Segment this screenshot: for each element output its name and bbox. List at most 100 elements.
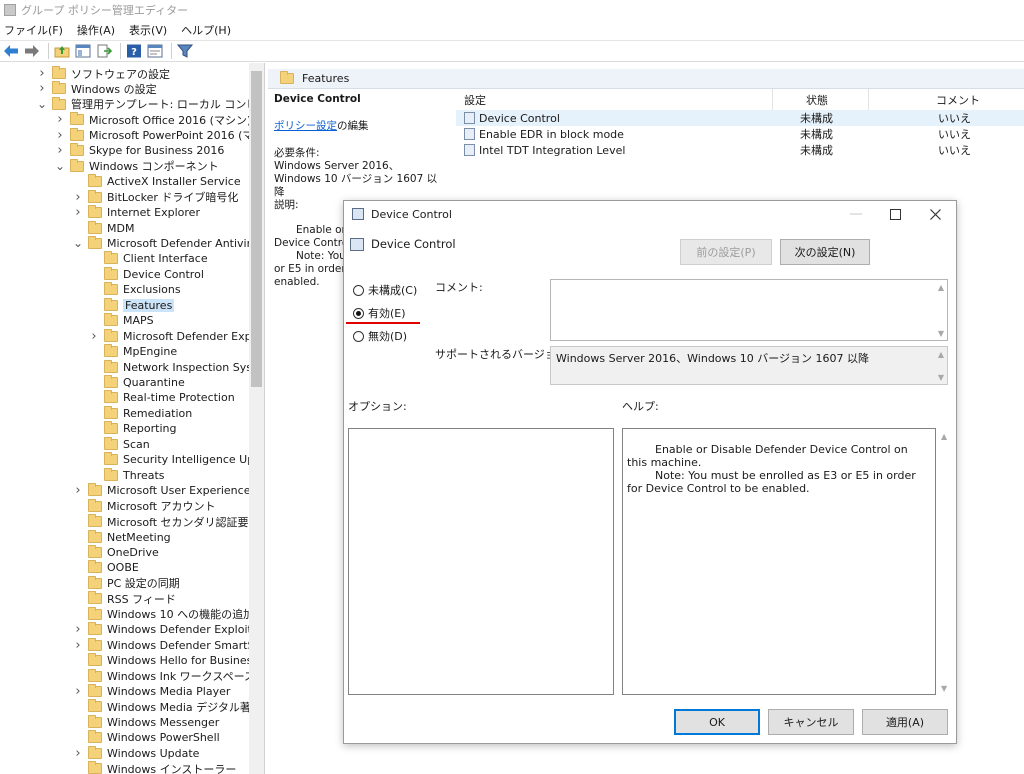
minimize-icon[interactable]: —	[846, 205, 866, 223]
properties-icon[interactable]	[146, 42, 164, 60]
chevron-right-icon[interactable]: ›	[54, 128, 66, 143]
tree-item[interactable]: Threats	[88, 467, 165, 483]
tree-item[interactable]: Windows Media デジタル著作権	[72, 699, 264, 714]
menu-view[interactable]: 表示(V)	[129, 22, 167, 38]
chevron-right-icon[interactable]: ›	[72, 483, 84, 498]
tree-item[interactable]: › Windows Defender Exploit Gua	[72, 622, 264, 637]
chevron-right-icon[interactable]: ›	[36, 81, 48, 96]
column-header-setting[interactable]: 設定	[464, 92, 486, 108]
tree-item[interactable]: ActiveX Installer Service	[72, 174, 241, 189]
radio-disabled[interactable]: 無効(D)	[353, 328, 407, 344]
tree-item[interactable]: NetMeeting	[72, 529, 171, 545]
tree-item[interactable]: MAPS	[88, 313, 154, 328]
tree-item[interactable]: Features	[88, 297, 175, 313]
tree-item[interactable]: ⌄ Windows コンポーネント	[54, 158, 219, 174]
tree-item[interactable]: Microsoft セカンダリ認証要素	[72, 514, 260, 529]
tree-item[interactable]: Windows PowerShell	[72, 730, 220, 745]
radio-circle[interactable]	[353, 307, 364, 319]
tree-item[interactable]: RSS フィード	[72, 591, 176, 606]
chevron-right-icon[interactable]: ›	[72, 638, 84, 653]
show-tree-icon[interactable]	[74, 42, 92, 60]
tree-item[interactable]: Quarantine	[88, 375, 185, 390]
chevron-right-icon[interactable]: ›	[72, 190, 84, 205]
chevron-right-icon[interactable]: ›	[72, 684, 84, 699]
chevron-right-icon[interactable]: ›	[88, 329, 100, 344]
tree-item[interactable]: Windows Hello for Business	[72, 653, 258, 668]
apply-button[interactable]: 適用(A)	[862, 709, 948, 735]
tree-item[interactable]: › Microsoft PowerPoint 2016 (マシン)	[54, 127, 264, 143]
tree-item[interactable]: Reporting	[88, 421, 176, 436]
column-divider[interactable]	[772, 89, 773, 111]
column-header-comment[interactable]: コメント	[936, 92, 980, 108]
scroll-down-icon[interactable]: ▼	[938, 329, 944, 338]
tree-item[interactable]: › Internet Explorer	[72, 205, 200, 220]
tree-item[interactable]: OOBE	[72, 560, 139, 575]
next-setting-button[interactable]: 次の設定(N)	[780, 239, 870, 265]
tree-item[interactable]: › Windows の設定	[36, 81, 157, 96]
tree-item[interactable]: Windows インストーラー	[72, 761, 236, 774]
comment-textarea[interactable]: ▲ ▼	[550, 279, 948, 341]
chevron-right-icon[interactable]: ›	[36, 66, 48, 81]
radio-circle[interactable]	[353, 284, 364, 296]
tree-item[interactable]: › Windows Defender SmartScree	[72, 637, 264, 653]
tree-item[interactable]: › Microsoft User Experience Virtu	[72, 483, 264, 498]
export-icon[interactable]	[95, 42, 113, 60]
tree-scrollbar[interactable]	[249, 63, 264, 774]
chevron-right-icon[interactable]: ›	[72, 746, 84, 761]
tree-item[interactable]: Windows Ink ワークスペース	[72, 668, 255, 684]
filter-icon[interactable]	[176, 42, 194, 60]
tree-item[interactable]: ⌄ Microsoft Defender Antivirus	[72, 235, 264, 251]
forward-arrow-icon[interactable]	[23, 42, 41, 60]
tree-item[interactable]: Security Intelligence Updat	[88, 452, 264, 467]
scroll-up-icon[interactable]: ▲	[941, 432, 953, 441]
tree-item[interactable]: › Windows Update	[72, 745, 199, 761]
scroll-down-icon[interactable]: ▼	[938, 373, 944, 382]
column-divider[interactable]	[868, 89, 869, 111]
chevron-right-icon[interactable]: ›	[54, 112, 66, 127]
tree-item[interactable]: › ソフトウェアの設定	[36, 66, 170, 81]
tree-item[interactable]: Microsoft アカウント	[72, 498, 216, 514]
tree-item[interactable]: Scan	[88, 436, 150, 452]
scrollbar-thumb[interactable]	[251, 71, 262, 387]
close-icon[interactable]	[925, 205, 945, 223]
tree-item[interactable]: Windows Messenger	[72, 714, 219, 730]
previous-setting-button[interactable]: 前の設定(P)	[680, 239, 772, 265]
chevron-down-icon[interactable]: ⌄	[36, 97, 48, 111]
maximize-icon[interactable]	[885, 205, 905, 223]
tree-item[interactable]: › Skype for Business 2016	[54, 143, 224, 158]
up-folder-icon[interactable]	[53, 42, 71, 60]
table-row[interactable]: Intel TDT Integration Level 未構成 いいえ	[456, 142, 1024, 158]
tree-item[interactable]: MDM	[72, 220, 134, 236]
tree-item[interactable]: › BitLocker ドライブ暗号化	[72, 189, 238, 205]
back-arrow-icon[interactable]	[2, 42, 20, 60]
radio-not-configured[interactable]: 未構成(C)	[353, 282, 417, 298]
tree-item[interactable]: MpEngine	[88, 344, 177, 359]
tree-item[interactable]: Windows 10 への機能の追加	[72, 606, 254, 622]
tree-item[interactable]: Exclusions	[88, 282, 181, 297]
menu-action[interactable]: 操作(A)	[77, 22, 115, 38]
menu-file[interactable]: ファイル(F)	[4, 22, 63, 38]
radio-circle[interactable]	[353, 330, 364, 342]
edit-policy-link[interactable]: ポリシー設定	[274, 120, 337, 132]
chevron-right-icon[interactable]: ›	[72, 622, 84, 637]
tree-item[interactable]: OneDrive	[72, 544, 159, 560]
scroll-up-icon[interactable]: ▲	[938, 350, 944, 359]
tree-item[interactable]: PC 設定の同期	[72, 575, 180, 591]
tree-item[interactable]: ⌄ 管理用テンプレート: ローカル コンピューターが	[36, 96, 264, 112]
tree-item[interactable]: Client Interface	[88, 251, 208, 266]
radio-enabled[interactable]: 有効(E)	[353, 305, 406, 321]
table-row[interactable]: Enable EDR in block mode 未構成 いいえ	[456, 126, 1024, 142]
chevron-down-icon[interactable]: ⌄	[54, 159, 66, 173]
tree-item[interactable]: Network Inspection System	[88, 359, 264, 375]
table-row[interactable]: Device Control 未構成 いいえ	[456, 110, 1024, 126]
chevron-right-icon[interactable]: ›	[72, 205, 84, 220]
dialog-title-bar[interactable]: Device Control —	[344, 201, 956, 227]
help-icon[interactable]: ?	[125, 42, 143, 60]
tree-item[interactable]: › Windows Media Player	[72, 684, 230, 699]
scroll-down-icon[interactable]: ▼	[941, 684, 953, 693]
tree-item[interactable]: Device Control	[88, 266, 204, 282]
menu-help[interactable]: ヘルプ(H)	[181, 22, 231, 38]
cancel-button[interactable]: キャンセル	[768, 709, 854, 735]
tree-item[interactable]: Real-time Protection	[88, 390, 235, 405]
tree-pane[interactable]: › ソフトウェアの設定 › Windows の設定 ⌄ 管理用テンプレート: ローカル コ…	[0, 63, 265, 774]
